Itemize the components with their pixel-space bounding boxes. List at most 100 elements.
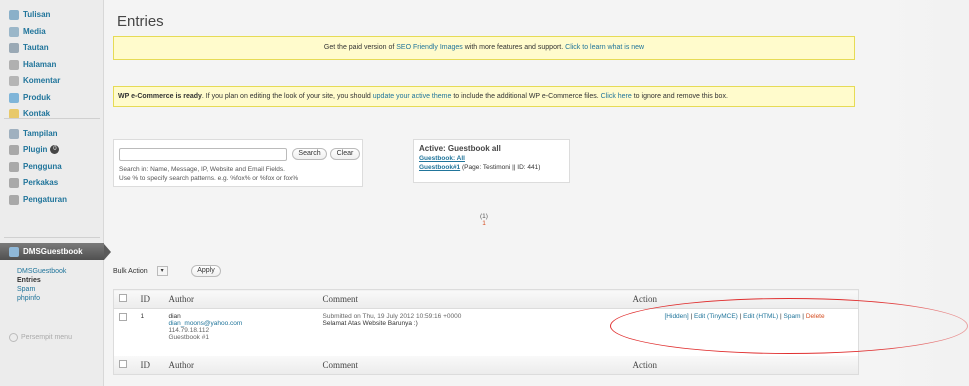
sidebar-item-label: Media bbox=[23, 27, 46, 36]
row-checkbox[interactable] bbox=[119, 313, 127, 321]
select-all-checkbox[interactable] bbox=[119, 294, 127, 302]
pagination: (1) 1 bbox=[477, 213, 491, 227]
spam-link[interactable]: Spam bbox=[784, 313, 801, 320]
sidebar-item-pengguna[interactable]: Pengguna bbox=[0, 158, 104, 175]
table-footer-row: ID Author Comment Action bbox=[113, 355, 859, 375]
sidebar-item-tampilan[interactable]: Tampilan bbox=[0, 125, 104, 142]
clear-button[interactable]: Clear bbox=[330, 148, 360, 160]
notice-text: with more features and support. bbox=[462, 44, 566, 51]
apply-button[interactable]: Apply bbox=[191, 265, 221, 277]
sidebar-item-label: Plugin bbox=[23, 145, 48, 154]
sidebar-item-komentar[interactable]: Komentar bbox=[0, 72, 104, 89]
edit-html-link[interactable]: Edit (HTML) bbox=[743, 313, 778, 320]
users-icon bbox=[9, 161, 19, 172]
entry-ip: 114.79.18.112 bbox=[168, 327, 210, 334]
contact-icon bbox=[9, 108, 19, 119]
entries-table: ID Author Comment Action 1 dian dian_moo… bbox=[113, 289, 859, 375]
page-icon bbox=[9, 59, 19, 70]
hidden-toggle-link[interactable]: [Hidden] bbox=[665, 313, 689, 320]
entry-id: 1 bbox=[140, 313, 145, 320]
submenu-entries[interactable]: Entries bbox=[17, 277, 41, 284]
search-input[interactable] bbox=[119, 148, 287, 161]
table-row: 1 dian dian_moons@yahoo.com 114.79.18.11… bbox=[114, 309, 859, 356]
dismiss-notice-link[interactable]: Click here bbox=[601, 93, 632, 100]
menu-separator bbox=[4, 118, 100, 119]
search-hint: Use % to specify search patterns. e.g. %… bbox=[119, 175, 299, 182]
collapse-menu-button[interactable]: Persempit menu bbox=[9, 333, 72, 342]
search-hint: Search in: Name, Message, IP, Website an… bbox=[119, 166, 285, 173]
comment-icon bbox=[9, 75, 19, 86]
submenu-phpinfo[interactable]: phpinfo bbox=[17, 295, 40, 302]
column-footer-author: Author bbox=[168, 355, 323, 375]
sidebar-item-label: Halaman bbox=[23, 60, 57, 69]
sidebar-item-dmsguestbook[interactable]: DMSGuestbook bbox=[0, 243, 111, 260]
table-header-row: ID Author Comment Action bbox=[113, 289, 859, 309]
sidebar-item-label: Pengaturan bbox=[23, 195, 68, 204]
search-button[interactable]: Search bbox=[292, 148, 327, 160]
chevron-down-icon[interactable]: ▾ bbox=[156, 266, 168, 276]
admin-sidebar: Tulisan Media Tautan Halaman Komentar Produk K… bbox=[0, 0, 111, 386]
seo-images-notice: Get the paid version of SEO Friendly Ima… bbox=[113, 36, 855, 60]
plugin-update-badge: 0 bbox=[50, 145, 60, 154]
collapse-icon bbox=[9, 333, 18, 342]
entry-submitted: Submitted on Thu, 19 July 2012 10:59:16 … bbox=[322, 313, 462, 320]
entry-guestbook: Guestbook #1 bbox=[168, 334, 209, 341]
column-header-action: Action bbox=[632, 289, 859, 309]
sidebar-item-media[interactable]: Media bbox=[0, 23, 104, 40]
search-panel: Search Clear Search in: Name, Message, I… bbox=[113, 139, 363, 187]
delete-link[interactable]: Delete bbox=[806, 313, 825, 320]
seo-friendly-images-link[interactable]: SEO Friendly Images bbox=[396, 44, 463, 51]
pagination-page-link[interactable]: 1 bbox=[477, 220, 491, 227]
sidebar-item-label: Tampilan bbox=[23, 129, 58, 138]
sidebar-item-label: Produk bbox=[23, 93, 51, 102]
sidebar-item-label: Perkakas bbox=[23, 178, 59, 187]
page-title: Entries bbox=[117, 13, 164, 30]
media-icon bbox=[9, 26, 19, 37]
wpec-notice: WP e-Commerce is ready. If you plan on e… bbox=[113, 86, 855, 107]
submenu-spam[interactable]: Spam bbox=[17, 286, 35, 293]
select-all-checkbox[interactable] bbox=[119, 359, 127, 368]
appearance-icon bbox=[9, 128, 19, 139]
sidebar-item-tulisan[interactable]: Tulisan bbox=[0, 6, 104, 23]
sidebar-item-label: Kontak bbox=[23, 109, 51, 118]
product-icon bbox=[9, 92, 19, 103]
sidebar-item-halaman[interactable]: Halaman bbox=[0, 56, 104, 73]
sidebar-item-label: DMSGuestbook bbox=[23, 247, 83, 256]
column-footer-id: ID bbox=[140, 355, 169, 375]
bulk-action-label: Bulk Action bbox=[113, 267, 148, 275]
column-footer-action: Action bbox=[632, 355, 859, 375]
collapse-menu-label: Persempit menu bbox=[21, 334, 72, 341]
entry-author: dian bbox=[168, 313, 181, 320]
notice-text: to ignore and remove this box. bbox=[631, 93, 728, 100]
column-footer-comment: Comment bbox=[322, 355, 633, 375]
guestbook-1-link[interactable]: Guestbook#1 bbox=[419, 164, 460, 171]
learn-whats-new-link[interactable]: Click to learn what is new bbox=[565, 44, 644, 51]
sidebar-item-label: Tulisan bbox=[23, 10, 51, 19]
sidebar-item-label: Komentar bbox=[23, 76, 61, 85]
tools-icon bbox=[9, 177, 19, 188]
bulk-action-select[interactable]: Bulk Action ▾ bbox=[113, 265, 168, 277]
sidebar-item-produk[interactable]: Produk bbox=[0, 89, 104, 106]
notice-text: to include the additional WP e-Commerce … bbox=[451, 93, 601, 100]
link-icon bbox=[9, 42, 19, 53]
pagination-current: (1) bbox=[480, 213, 488, 220]
submenu-dmsguestbook[interactable]: DMSGuestbook bbox=[17, 268, 66, 275]
notice-strong: WP e-Commerce is ready bbox=[118, 93, 202, 100]
plugin-icon bbox=[9, 144, 19, 155]
entry-message: Selamat Atas Website Barunya :) bbox=[322, 320, 418, 327]
guestbook-all-link[interactable]: Guestbook: All bbox=[419, 155, 465, 162]
sidebar-item-tautan[interactable]: Tautan bbox=[0, 39, 104, 56]
sidebar-item-perkakas[interactable]: Perkakas bbox=[0, 174, 104, 191]
menu-separator bbox=[4, 237, 100, 238]
sidebar-item-label: Pengguna bbox=[23, 162, 62, 171]
guestbook-icon bbox=[9, 246, 19, 257]
entry-email-link[interactable]: dian_moons@yahoo.com bbox=[169, 320, 323, 327]
edit-tinymce-link[interactable]: Edit (TinyMCE) bbox=[694, 313, 738, 320]
notice-text: Get the paid version of bbox=[323, 44, 397, 51]
update-theme-link[interactable]: update your active theme bbox=[373, 93, 452, 100]
sidebar-item-plugin[interactable]: Plugin 0 bbox=[0, 141, 104, 158]
main-content: Entries Get the paid version of SEO Frie… bbox=[104, 0, 969, 386]
sidebar-item-pengaturan[interactable]: Pengaturan bbox=[0, 191, 104, 208]
sidebar-item-kontak[interactable]: Kontak bbox=[0, 105, 104, 122]
active-guestbook-panel: Active: Guestbook all Guestbook: All Gue… bbox=[413, 139, 570, 183]
